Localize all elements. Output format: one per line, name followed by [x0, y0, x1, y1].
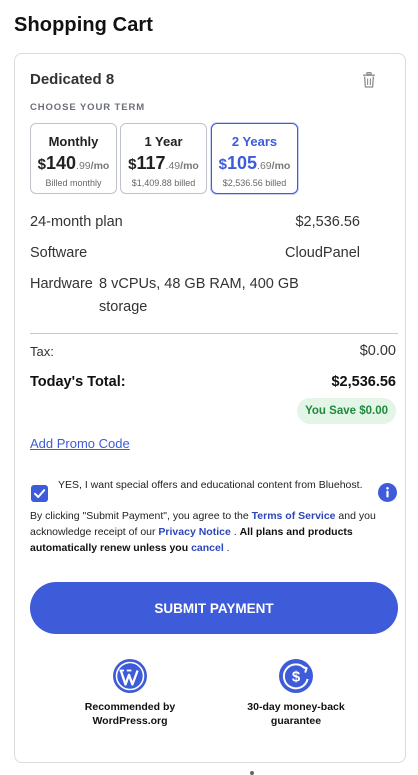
term-option-monthly[interactable]: Monthly $140.99/mo Billed monthly	[30, 123, 117, 194]
term-option-2-years[interactable]: 2 Years $105.69/mo $2,536.56 billed	[211, 123, 298, 194]
hardware-label: Hardware	[30, 276, 93, 292]
tax-label: Tax:	[30, 344, 54, 359]
divider	[30, 333, 398, 334]
submit-payment-button[interactable]: SUBMIT PAYMENT	[30, 582, 398, 634]
software-label: Software	[30, 245, 88, 261]
privacy-notice-link[interactable]: Privacy Notice	[158, 526, 230, 538]
cancel-link[interactable]: cancel	[191, 542, 224, 554]
term-billed: Billed monthly	[45, 178, 102, 188]
term-option-1-year[interactable]: 1 Year $117.49/mo $1,409.88 billed	[120, 123, 207, 194]
svg-text:$: $	[292, 669, 301, 686]
money-back-badge: $ 30-day money-back guarantee	[221, 658, 371, 728]
wordpress-badge: Recommended by WordPress.org	[55, 658, 205, 728]
term-price: $117.49/mo	[128, 153, 199, 173]
savings-badge: You Save $0.00	[297, 398, 396, 424]
term-label: CHOOSE YOUR TERM	[30, 102, 146, 113]
term-billed: $1,409.88 billed	[131, 178, 196, 188]
money-back-icon: $	[279, 659, 313, 693]
term-price: $140.99/mo	[37, 153, 110, 173]
total-value: $2,536.56	[331, 374, 396, 390]
plan-length-price: $2,536.56	[295, 214, 360, 230]
hardware-value: 8 vCPUs, 48 GB RAM, 400 GB storage	[99, 276, 299, 315]
total-label: Today's Total:	[30, 374, 126, 390]
info-icon[interactable]	[378, 483, 397, 502]
badge-text: 30-day money-back guarantee	[247, 701, 345, 727]
trash-icon[interactable]	[362, 72, 376, 88]
wordpress-icon	[113, 659, 147, 693]
plan-name: Dedicated 8	[30, 71, 115, 88]
term-billed: $2,536.56 billed	[222, 178, 287, 188]
badge-text: Recommended by WordPress.org	[84, 701, 176, 727]
term-price: $105.69/mo	[218, 153, 291, 173]
legal-text: By clicking "Submit Payment", you agree …	[30, 510, 376, 554]
scroll-indicator	[250, 771, 254, 775]
term-title: Monthly	[48, 134, 99, 149]
plan-length-label: 24-month plan	[30, 214, 123, 230]
software-value: CloudPanel	[285, 245, 360, 261]
add-promo-code-link[interactable]: Add Promo Code	[30, 436, 130, 451]
offers-checkbox[interactable]	[31, 485, 48, 502]
tax-value: $0.00	[359, 343, 396, 359]
term-title: 1 Year	[144, 134, 183, 149]
checkmark-icon	[34, 489, 46, 498]
page-title: Shopping Cart	[14, 14, 154, 36]
term-title: 2 Years	[231, 134, 278, 149]
cart-card: Dedicated 8 CHOOSE YOUR TERM Monthly $14…	[14, 53, 406, 763]
terms-of-service-link[interactable]: Terms of Service	[252, 510, 336, 522]
offers-consent-text: YES, I want special offers and education…	[58, 479, 363, 491]
